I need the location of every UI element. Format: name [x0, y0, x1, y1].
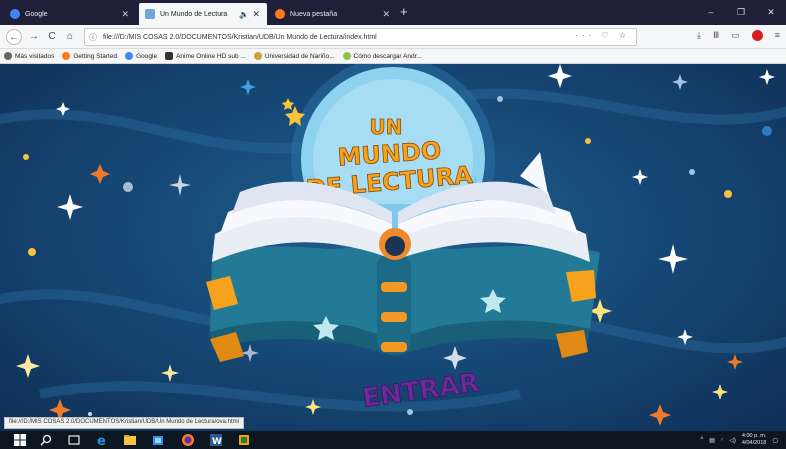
network-icon[interactable]: ▤ [709, 437, 715, 444]
minimize-button[interactable]: – [696, 0, 726, 25]
search-icon[interactable] [40, 434, 52, 446]
star-icon [169, 174, 191, 196]
tab-label: Un Mundo de Lectura [160, 10, 228, 18]
google-icon [125, 52, 134, 60]
star-icon [727, 354, 743, 370]
url-actions[interactable]: ··· ♡ ☆ [575, 31, 630, 40]
tab-label: Google [25, 10, 48, 18]
tab-nueva-pestana[interactable]: Nueva pestaña ✕ [269, 3, 397, 25]
star-icon [658, 244, 688, 274]
status-bar: file:///D:/MIS COSAS 2.0/DOCUMENTOS/Kris… [4, 417, 244, 429]
star-icon [241, 344, 259, 362]
chevron-up-icon[interactable]: ^ [700, 437, 703, 443]
edge-icon[interactable]: e [96, 434, 108, 446]
windows-start-icon[interactable] [14, 434, 26, 446]
bookmarks-bar: Más visitados Getting Started Google Ani… [0, 49, 786, 64]
windows-taskbar: e W ^ ▤ ◜ ◁) 4:00 p. m. 4/04/2018 ▢ [0, 431, 786, 449]
app-icon[interactable] [238, 434, 250, 446]
forward-button[interactable]: → [26, 29, 42, 45]
url-text: file:///D:/MIS COSAS 2.0/DOCUMENTOS/Kris… [103, 33, 377, 41]
star-icon [240, 79, 256, 95]
star-icon [90, 164, 110, 184]
page-icon [145, 9, 155, 19]
tab-strip: Google ✕ Un Mundo de Lectura 🔈 ✕ Nueva p… [0, 0, 786, 25]
reload-button[interactable]: C [44, 29, 60, 45]
volume-icon[interactable]: ◁) [729, 437, 736, 444]
clock-date: 4/04/2018 [741, 440, 767, 446]
book-illustration: UN MUNDO DE LECTURA ENTRAR [0, 64, 786, 426]
star-icon [282, 98, 294, 110]
word-icon[interactable]: W [210, 434, 222, 446]
library-icon[interactable]: Ⅲ [713, 30, 719, 41]
info-icon[interactable]: ⓘ [89, 32, 97, 43]
android-icon [342, 52, 351, 60]
address-bar[interactable]: ⓘ file:///D:/MIS COSAS 2.0/DOCUMENTOS/Kr… [84, 28, 637, 46]
star-icon [632, 169, 648, 185]
system-tray: ^ ▤ ◜ ◁) 4:00 p. m. 4/04/2018 ▢ [700, 433, 778, 447]
wifi-icon[interactable]: ◜ [721, 437, 723, 444]
star-icon [443, 346, 467, 370]
page-content: UN MUNDO DE LECTURA ENTRAR [0, 64, 786, 431]
adblock-icon[interactable] [751, 30, 763, 41]
star-icon [161, 364, 179, 382]
star-icon [57, 194, 83, 220]
menu-icon[interactable]: ≡ [775, 30, 780, 41]
close-window-button[interactable]: ✕ [756, 0, 786, 25]
bookmark-mas-visitados[interactable]: Más visitados [4, 52, 54, 60]
bookmark-android[interactable]: Cómo descargar Andr... [342, 52, 422, 60]
google-icon [10, 9, 20, 19]
tab-label: Nueva pestaña [290, 10, 338, 18]
download-icon[interactable]: ⤓ [697, 30, 701, 41]
gear-icon [4, 52, 12, 60]
maximize-button[interactable]: ❐ [726, 0, 756, 25]
sidebar-icon[interactable]: ▭ [731, 30, 740, 41]
university-icon [253, 52, 262, 60]
title-line1: UN [370, 115, 403, 139]
file-explorer-icon[interactable] [124, 434, 136, 446]
star-icon [548, 64, 572, 88]
firefox-icon [275, 9, 285, 19]
new-tab-button[interactable]: + [400, 4, 408, 19]
bookmark-google[interactable]: Google [125, 52, 157, 60]
bookmark-universidad[interactable]: Universidad de Nariño... [253, 52, 335, 60]
firefox-icon [62, 52, 71, 60]
clock[interactable]: 4:00 p. m. 4/04/2018 [742, 433, 766, 447]
star-icon [16, 354, 40, 378]
toolbar-icons: ⤓ Ⅲ ▭ ≡ [697, 30, 780, 41]
tab-un-mundo-de-lectura[interactable]: Un Mundo de Lectura 🔈 ✕ [139, 3, 267, 25]
close-tab-icon[interactable]: ✕ [121, 9, 129, 20]
navigation-bar: ← → C ⌂ ⓘ file:///D:/MIS COSAS 2.0/DOCUM… [0, 25, 786, 49]
star-icon [672, 74, 688, 90]
tab-google[interactable]: Google ✕ [4, 3, 136, 25]
clock-time: 4:00 p. m. [741, 433, 767, 439]
star-icon [712, 384, 728, 400]
window-controls: – ❐ ✕ [696, 0, 786, 25]
speaker-icon[interactable]: 🔈 [239, 10, 249, 19]
back-button[interactable]: ← [6, 29, 22, 45]
task-view-icon[interactable] [68, 434, 80, 446]
close-tab-icon[interactable]: ✕ [382, 9, 390, 20]
store-icon[interactable] [152, 434, 164, 446]
star-icon [759, 69, 775, 85]
firefox-icon[interactable] [182, 434, 194, 446]
notifications-icon[interactable]: ▢ [772, 437, 778, 444]
close-tab-icon[interactable]: ✕ [252, 9, 260, 20]
anime-icon [165, 52, 174, 60]
svg-text:e: e [97, 434, 106, 446]
bookmark-getting-started[interactable]: Getting Started [62, 52, 117, 60]
home-button[interactable]: ⌂ [62, 29, 78, 45]
star-icon [649, 404, 671, 426]
svg-text:W: W [212, 437, 222, 446]
bookmark-anime[interactable]: Anime Online HD sub ... [165, 52, 246, 60]
